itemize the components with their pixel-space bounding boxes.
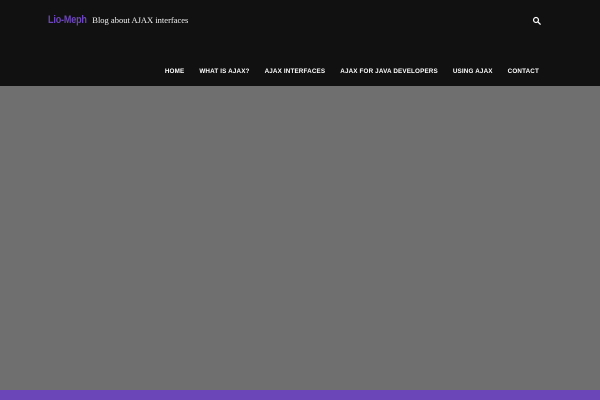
- main-navigation: HOME WHAT IS AJAX? AJAX INTERFACES AJAX …: [165, 60, 539, 78]
- nav-item-ajax-interfaces: AJAX INTERFACES: [265, 60, 326, 78]
- site-header: Lio-Meph Blog about AJAX interfaces HOME…: [0, 0, 600, 86]
- site-title-link[interactable]: Lio-Meph: [48, 14, 87, 26]
- nav-item-using-ajax: USING AJAX: [453, 60, 493, 78]
- hero-area: [0, 86, 600, 390]
- site-branding: Lio-Meph Blog about AJAX interfaces: [48, 14, 188, 26]
- footer-accent-bar: [0, 390, 600, 400]
- nav-item-contact: CONTACT: [508, 60, 539, 78]
- nav-link-home[interactable]: HOME: [165, 68, 185, 75]
- nav-item-what-is-ajax: WHAT IS AJAX?: [199, 60, 249, 78]
- search-icon: [532, 16, 541, 25]
- page: Lio-Meph Blog about AJAX interfaces HOME…: [0, 0, 600, 400]
- nav-link-ajax-interfaces[interactable]: AJAX INTERFACES: [265, 68, 326, 75]
- nav-link-ajax-for-java-developers[interactable]: AJAX FOR JAVA DEVELOPERS: [340, 68, 438, 75]
- nav-link-what-is-ajax[interactable]: WHAT IS AJAX?: [199, 68, 249, 75]
- nav-item-home: HOME: [165, 60, 185, 78]
- search-button[interactable]: [532, 16, 542, 26]
- nav-link-contact[interactable]: CONTACT: [508, 68, 539, 75]
- nav-link-using-ajax[interactable]: USING AJAX: [453, 68, 493, 75]
- nav-item-ajax-for-java-developers: AJAX FOR JAVA DEVELOPERS: [340, 60, 438, 78]
- site-tagline: Blog about AJAX interfaces: [92, 15, 189, 25]
